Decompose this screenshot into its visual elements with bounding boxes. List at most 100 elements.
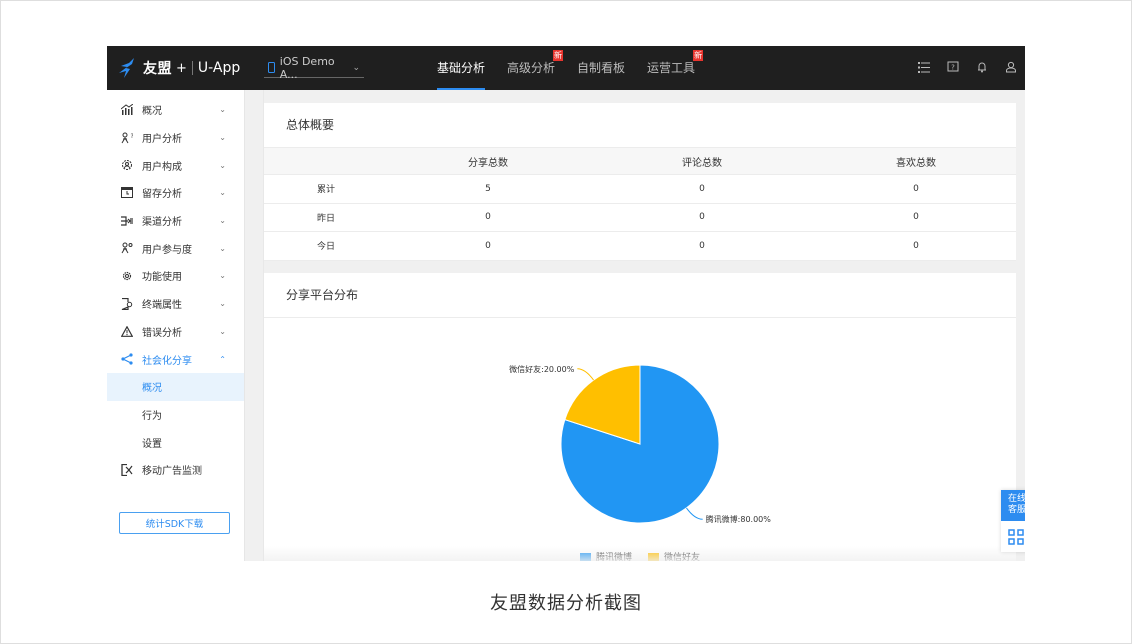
pie-chart-svg: 腾讯微博:80.00% 微信好友:20.00% [509, 364, 772, 524]
gear-icon [120, 269, 134, 283]
chevron-down-icon: ⌄ [219, 216, 226, 226]
qr-code-icon [1008, 528, 1024, 545]
sidebar-item-label: 移动广告监测 [142, 466, 202, 478]
image-caption: 友盟数据分析截图 [490, 593, 642, 614]
tab-label: 自制看板 [577, 61, 626, 75]
app-selector[interactable]: iOS Demo A... ⌄ [264, 54, 364, 81]
warning-icon [120, 324, 134, 338]
chevron-down-icon: ⌄ [219, 160, 226, 170]
top-navbar: 友盟 + U-App iOS Demo A... ⌄ 基础分析 高级分析 新 自… [107, 46, 1025, 90]
online-service-button[interactable]: 在线 客服 [1001, 490, 1025, 521]
pie-label-line-0 [686, 507, 703, 520]
sidebar-item-label: 错误分析 [142, 327, 182, 339]
retention-icon [120, 186, 134, 200]
tab-custom-dashboard[interactable]: 自制看板 [577, 46, 625, 90]
chevron-down-icon: ⌄ [219, 105, 226, 115]
sidebar-item-label: 留存分析 [142, 189, 182, 201]
sidebar-item-label: 用户构成 [142, 161, 182, 173]
help-icon[interactable]: ? [945, 59, 961, 75]
brand-divider [191, 61, 193, 75]
sidebar-subitem-label: 行为 [142, 410, 162, 422]
sidebar-item-label: 渠道分析 [142, 217, 182, 229]
channel-icon [120, 214, 134, 228]
tab-operation-tools[interactable]: 运营工具 新 [647, 46, 704, 90]
sidebar-subitem-behavior[interactable]: 行为 [107, 401, 244, 429]
sidebar-item-label: 用户参与度 [142, 244, 192, 256]
header-actions: ? [903, 59, 1019, 75]
table-cell: 0 [913, 183, 919, 194]
column-header: 分享总数 [468, 157, 508, 169]
sidebar-item-engagement[interactable]: 用户参与度 ⌄ [107, 234, 244, 262]
main-nav-tabs: 基础分析 高级分析 新 自制看板 运营工具 新 [437, 46, 717, 90]
logo[interactable]: 友盟 + U-App [117, 56, 240, 80]
app-window: 友盟 + U-App iOS Demo A... ⌄ 基础分析 高级分析 新 自… [107, 46, 1025, 561]
table-cell: 0 [913, 212, 919, 223]
sidebar-item-retention[interactable]: 留存分析 ⌄ [107, 179, 244, 207]
device-icon [120, 297, 134, 311]
sidebar-item-overview[interactable]: 概况 ⌄ [107, 96, 244, 124]
qr-code-button[interactable] [1001, 521, 1025, 552]
phone-icon [268, 62, 275, 73]
sidebar-item-label: 社会化分享 [142, 355, 192, 367]
svg-text:?: ? [131, 133, 134, 140]
chevron-down-icon: ⌄ [219, 271, 226, 281]
brand-name: 友盟 [143, 61, 172, 77]
brand-plus: + [176, 60, 187, 76]
sidebar-gutter [246, 90, 264, 561]
chevron-down-icon: ⌄ [352, 62, 360, 73]
sidebar-item-device-attributes[interactable]: 终端属性 ⌄ [107, 290, 244, 318]
sidebar-item-label: 功能使用 [142, 272, 182, 284]
svg-text:?: ? [951, 64, 955, 72]
new-badge: 新 [693, 50, 704, 61]
table-cell: 5 [485, 183, 491, 194]
sidebar-item-user-composition[interactable]: 用户构成 ⌄ [107, 151, 244, 179]
sidebar-item-channel[interactable]: 渠道分析 ⌄ [107, 207, 244, 235]
sidebar-item-label: 概况 [142, 106, 162, 118]
sidebar-subitem-label: 设置 [142, 438, 162, 450]
chart-icon [120, 103, 134, 117]
tab-label: 基础分析 [437, 61, 486, 75]
service-label: 在线 [1008, 494, 1025, 504]
sidebar-item-label: 终端属性 [142, 300, 182, 312]
card-title: 分享平台分布 [264, 273, 1016, 318]
bell-icon[interactable] [974, 59, 990, 75]
tab-basic-analysis[interactable]: 基础分析 [437, 46, 486, 90]
user-analysis-icon: ? [120, 131, 134, 145]
overview-card: 总体概要 分享总数 评论总数 喜欢总数 累计 5 0 0 昨日 0 0 0 今日… [264, 103, 1016, 261]
tab-label: 高级分析 [507, 61, 556, 75]
sdk-download-button[interactable]: 统计SDK下载 [119, 512, 230, 534]
sidebar-item-error-analysis[interactable]: 错误分析 ⌄ [107, 318, 244, 346]
bottom-fade [264, 546, 1016, 561]
column-header: 评论总数 [682, 157, 722, 169]
tab-label: 运营工具 [647, 61, 696, 75]
table-cell: 0 [485, 240, 491, 251]
table-row: 昨日 0 0 0 [264, 204, 1016, 232]
user-icon[interactable] [1003, 59, 1019, 75]
tab-advanced-analysis[interactable]: 高级分析 新 [507, 46, 564, 90]
row-label: 累计 [316, 185, 335, 196]
online-service-widget[interactable]: 在线 客服 [1001, 490, 1025, 552]
sidebar: 概况 ⌄ ? 用户分析 ⌄ 用户构成 ⌄ 留存分析 ⌄ [107, 90, 245, 561]
list-icon[interactable] [916, 59, 932, 75]
sidebar-item-feature-usage[interactable]: 功能使用 ⌄ [107, 262, 244, 290]
chevron-down-icon: ⌄ [219, 299, 226, 309]
sidebar-item-label: 用户分析 [142, 134, 182, 146]
sidebar-item-ad-monitoring[interactable]: 移动广告监测 [107, 456, 244, 484]
sidebar-subitem-overview[interactable]: 概况 [107, 372, 244, 401]
sidebar-item-user-analysis[interactable]: ? 用户分析 ⌄ [107, 124, 244, 152]
share-platform-card: 分享平台分布 腾讯微博:80.00%微信好友:20.00% 腾讯微博微信好友 [264, 273, 1016, 561]
chevron-down-icon: ⌄ [219, 243, 226, 253]
table-cell: 0 [699, 183, 705, 194]
column-header [264, 148, 388, 174]
sidebar-item-social-share[interactable]: 社会化分享 ⌃ [107, 345, 244, 373]
table-header: 分享总数 评论总数 喜欢总数 [264, 148, 1016, 175]
sidebar-subitem-settings[interactable]: 设置 [107, 428, 244, 456]
pie-chart: 腾讯微博:80.00%微信好友:20.00% 腾讯微博微信好友 [264, 318, 1016, 561]
pie-data-label-0: 腾讯微博:80.00% [706, 514, 772, 524]
table-cell: 0 [699, 212, 705, 223]
app-selector-value: iOS Demo A... [279, 54, 335, 81]
ad-monitor-icon [120, 463, 134, 477]
engagement-icon [120, 241, 134, 255]
chevron-down-icon: ⌄ [219, 326, 226, 336]
row-label: 今日 [316, 242, 335, 253]
